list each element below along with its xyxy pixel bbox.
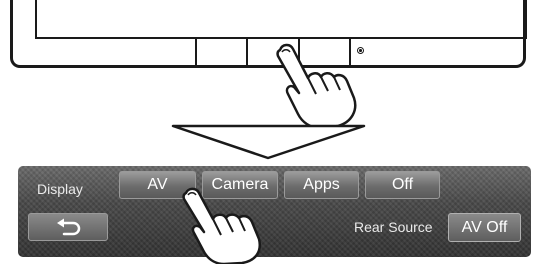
hardware-button-left[interactable] — [197, 39, 249, 65]
tab-off[interactable]: Off — [365, 171, 440, 199]
display-label: Display — [37, 181, 83, 197]
hand-pointer-icon-touch — [182, 187, 261, 264]
down-arrow-icon — [171, 124, 366, 160]
rear-source-label: Rear Source — [354, 219, 433, 235]
back-button[interactable] — [28, 213, 108, 241]
hand-pointer-icon — [276, 43, 357, 130]
tab-apps[interactable]: Apps — [284, 171, 359, 199]
av-off-button[interactable]: AV Off — [448, 213, 521, 242]
device-screen-edge — [35, 0, 527, 39]
back-arrow-icon — [57, 218, 81, 236]
